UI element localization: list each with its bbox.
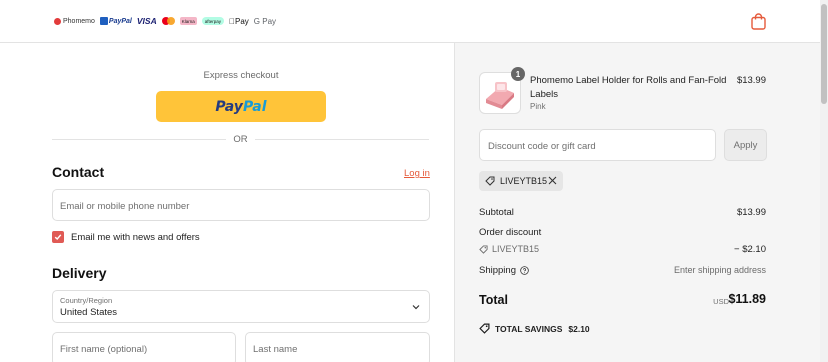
login-link[interactable]: Log in [404,168,430,179]
country-label: Country/Region [60,296,113,305]
newsletter-label: Email me with news and offers [71,231,200,243]
apple-pay-logo: Pay [229,16,249,26]
discount-placeholder: Discount code or gift card [488,141,596,152]
checkout-form: Express checkout Pay Pal OR Contact Log i… [0,44,454,362]
checkout-header: Phomemo PayPal VISA Klarna afterpay Pay… [0,0,828,43]
paypal-pay-text: Pay [215,98,243,115]
country-select[interactable]: Country/Region United States [52,290,430,323]
page-scrollbar[interactable] [820,0,828,362]
mastercard-logo [161,16,175,26]
first-name-field[interactable]: First name (optional) [52,332,236,362]
total-savings-label: TOTAL SAVINGS [495,323,563,334]
apply-discount-button[interactable]: Apply [724,129,767,161]
paypal-express-button[interactable]: Pay Pal [156,91,326,122]
klarna-logo: Klarna [179,17,197,25]
applied-code-text: LIVEYTB15 [500,176,548,186]
delivery-heading: Delivery [52,265,107,281]
payment-brand-strip: Phomemo PayPal VISA Klarna afterpay Pay… [54,15,276,27]
product-variant: Pink [530,102,546,111]
shopping-bag-icon[interactable] [751,13,766,30]
phomemo-logo: Phomemo [54,16,95,26]
paypal-logo: PayPal [99,16,132,26]
discount-code-text: LIVEYTB15 [492,244,540,254]
tag-icon [479,244,488,254]
subtotal-value: $13.99 [736,207,766,218]
total-value: $11.89 [728,292,766,306]
applied-code-chip: LIVEYTB15 [479,171,563,191]
order-summary: 1 Phomemo Label Holder for Rolls and Fan… [454,43,828,362]
or-divider: OR [52,133,429,145]
product-price: $13.99 [736,75,766,86]
afterpay-logo: afterpay [201,17,224,25]
total-savings-row: TOTAL SAVINGS $2.10 [479,323,590,334]
shipping-label: Shipping [479,265,516,276]
shipping-value: Enter shipping address [673,265,766,275]
email-field[interactable]: Email or mobile phone number [52,189,430,221]
discount-code-row: LIVEYTB15 [479,244,539,254]
total-label: Total [479,293,508,307]
currency-code: USD [713,297,729,306]
email-placeholder: Email or mobile phone number [60,201,190,212]
checkmark-icon [54,234,62,241]
remove-code-icon[interactable] [548,176,557,185]
order-discount-label: Order discount [479,227,542,238]
subtotal-label: Subtotal [479,207,514,218]
country-value: United States [60,307,118,318]
scrollbar-thumb[interactable] [821,4,827,104]
last-name-field[interactable]: Last name [245,332,430,362]
chevron-down-icon [412,305,420,310]
total-savings-value: $2.10 [568,323,590,334]
first-name-placeholder: First name (optional) [60,344,148,355]
discount-amount: − $2.10 [734,244,766,255]
help-icon[interactable] [520,266,529,275]
contact-heading: Contact [52,164,105,180]
express-checkout-label: Express checkout [203,70,279,81]
tag-icon [479,323,490,334]
discount-code-field[interactable]: Discount code or gift card [479,129,716,161]
visa-logo: VISA [136,16,157,26]
last-name-placeholder: Last name [253,344,298,355]
paypal-pal-text: Pal [242,98,267,115]
quantity-badge: 1 [511,67,525,81]
shipping-label-row: Shipping [479,265,529,276]
tag-icon [485,176,495,186]
newsletter-checkbox-row[interactable]: Email me with news and offers [52,230,200,244]
product-title: Phomemo Label Holder for Rolls and Fan-F… [530,75,727,100]
newsletter-checkbox[interactable] [52,231,64,243]
google-pay-logo: G Pay [247,16,276,26]
